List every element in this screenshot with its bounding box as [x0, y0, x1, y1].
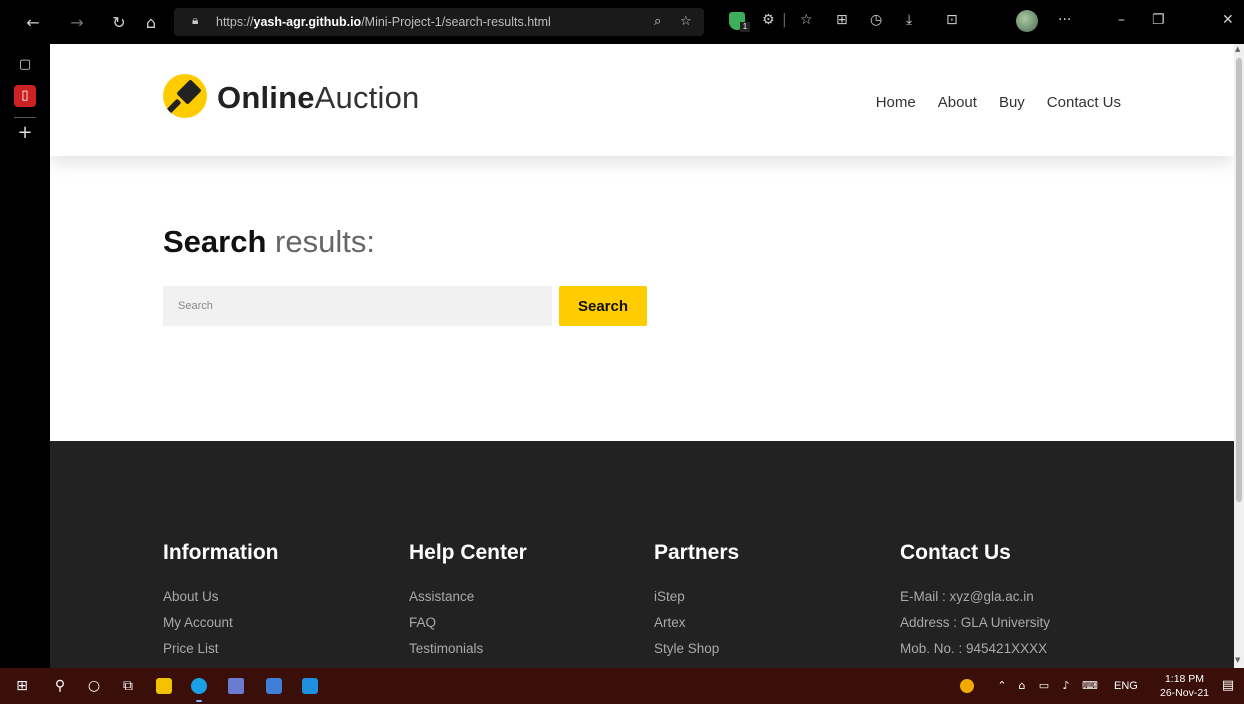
footer-link[interactable]: FAQ — [409, 615, 639, 630]
contact-phone: Mob. No. : 945421XXXX — [900, 641, 1048, 656]
footer-link[interactable]: My Account — [163, 615, 393, 630]
extension-badge: 1 — [740, 22, 750, 32]
scroll-up-icon[interactable]: ▲ — [1235, 45, 1240, 53]
keyboard-icon[interactable]: ⌨ — [1080, 676, 1100, 696]
footer-link[interactable]: Testimonials — [409, 641, 639, 656]
search-button[interactable]: Search — [559, 286, 647, 326]
nav-contact-us[interactable]: Contact Us — [1047, 94, 1121, 111]
pdf-tab-icon[interactable]: ▯ — [14, 85, 36, 107]
clock-time: 1:18 PM — [1164, 673, 1205, 685]
action-center-icon[interactable]: ▤ — [1218, 676, 1238, 696]
address-bar[interactable]: 🔒︎ https://yash-agr.github.io/Mini-Proje… — [174, 8, 704, 36]
footer-column-information: Information About Us My Account Price Li… — [163, 541, 393, 667]
search-icon[interactable]: ⚲ — [50, 676, 70, 696]
search-section: Search results: Search — [50, 156, 1234, 441]
scroll-down-icon[interactable]: ▼ — [1235, 656, 1240, 664]
language-indicator[interactable]: ENG — [1114, 680, 1138, 692]
footer-column-partners: Partners iStep Artex Style Shop — [654, 541, 884, 667]
footer-heading: Information — [163, 541, 279, 564]
refresh-icon[interactable]: ↻ — [108, 12, 130, 34]
contact-address: Address : GLA University — [900, 615, 1051, 630]
close-icon[interactable]: ✕ — [1222, 12, 1234, 28]
app-icon[interactable] — [228, 678, 244, 694]
more-options-icon[interactable]: ··· — [1058, 12, 1071, 28]
main-nav: Home About Buy Contact Us — [876, 94, 1121, 111]
site-header: OnlineAuction Home About Buy Contact Us — [50, 44, 1234, 156]
page-title: Search results: — [163, 224, 375, 259]
search-input[interactable] — [163, 286, 552, 326]
download-icon[interactable]: ⤓ — [906, 12, 912, 28]
footer-link[interactable]: iStep — [654, 589, 884, 604]
network-icon[interactable]: ⌂ — [1012, 676, 1032, 696]
task-view-icon[interactable]: ⧉ — [118, 676, 138, 696]
contact-email: E-Mail : xyz@gla.ac.in — [900, 589, 1034, 604]
sidebar-divider — [14, 117, 36, 118]
site-footer: Information About Us My Account Price Li… — [50, 441, 1234, 668]
file-explorer-icon[interactable] — [156, 678, 172, 694]
battery-icon[interactable]: ▭ — [1034, 676, 1054, 696]
forward-arrow-icon[interactable]: → — [66, 12, 88, 34]
footer-column-contact-us: Contact Us E-Mail : xyz@gla.ac.in Addres… — [900, 541, 1130, 667]
windows-start-icon[interactable]: ⊞ — [12, 676, 32, 696]
toolbar-divider: | — [782, 12, 787, 28]
page-viewport: OnlineAuction Home About Buy Contact Us … — [50, 44, 1234, 668]
add-favorite-icon[interactable]: ☆ — [680, 14, 692, 29]
clock-date: 26-Nov-21 — [1160, 687, 1210, 699]
back-arrow-icon[interactable]: ← — [22, 12, 44, 34]
footer-link[interactable]: Style Shop — [654, 641, 884, 656]
home-icon[interactable]: ⌂ — [140, 12, 162, 34]
mail-icon[interactable] — [302, 678, 318, 694]
footer-heading: Partners — [654, 541, 740, 564]
footer-link[interactable]: About Us — [163, 589, 393, 604]
footer-link[interactable]: Artex — [654, 615, 884, 630]
favorites-icon[interactable]: ☆ — [800, 12, 813, 28]
store-icon[interactable] — [266, 678, 282, 694]
active-app-indicator — [196, 700, 202, 702]
volume-icon[interactable]: ♪ — [1056, 676, 1076, 696]
screenshot-icon[interactable]: ⊡ — [946, 12, 958, 28]
footer-heading: Help Center — [409, 541, 527, 564]
collections-icon[interactable]: ⊞ — [836, 12, 848, 28]
edge-browser-icon[interactable] — [191, 678, 207, 694]
new-tab-icon[interactable]: + — [14, 122, 36, 144]
windows-taskbar: ⊞ ⚲ ○ ⧉ ⌃ ⌂ ▭ ♪ ⌨ ENG 1:18 PM 26-Nov-21 … — [0, 668, 1244, 704]
tray-expand-icon[interactable]: ⌃ — [992, 676, 1012, 696]
nav-home[interactable]: Home — [876, 94, 916, 111]
profile-avatar[interactable] — [1016, 10, 1038, 32]
site-logo[interactable]: OnlineAuction — [217, 80, 419, 116]
footer-link[interactable]: Price List — [163, 641, 393, 656]
zoom-icon[interactable]: ⌕ — [654, 14, 661, 29]
tab-actions-icon[interactable]: ▢ — [14, 54, 36, 76]
browser-sidebar: ▢ ▯ + — [0, 44, 50, 668]
nav-about[interactable]: About — [938, 94, 977, 111]
nav-buy[interactable]: Buy — [999, 94, 1025, 111]
page-scrollbar[interactable]: ▲ ▼ — [1234, 44, 1244, 668]
url-text[interactable]: https://yash-agr.github.io/Mini-Project-… — [216, 15, 551, 29]
cortana-icon[interactable]: ○ — [84, 676, 104, 696]
lock-icon: 🔒︎ — [192, 13, 199, 27]
footer-heading: Contact Us — [900, 541, 1011, 564]
footer-column-help-center: Help Center Assistance FAQ Testimonials — [409, 541, 639, 667]
scrollbar-thumb[interactable] — [1236, 58, 1242, 502]
gavel-logo-icon[interactable] — [163, 74, 207, 118]
restore-icon[interactable]: ❐ — [1152, 12, 1165, 28]
browser-toolbar: ← → ↻ ⌂ 🔒︎ https://yash-agr.github.io/Mi… — [0, 0, 1244, 44]
history-icon[interactable]: ◷ — [870, 12, 882, 28]
notification-dot-icon[interactable] — [960, 679, 974, 693]
minimize-icon[interactable]: – — [1118, 12, 1125, 28]
taskbar-clock[interactable]: 1:18 PM 26-Nov-21 — [1160, 672, 1209, 700]
footer-link[interactable]: Assistance — [409, 589, 639, 604]
extensions-icon[interactable]: ⚙ — [762, 12, 775, 28]
